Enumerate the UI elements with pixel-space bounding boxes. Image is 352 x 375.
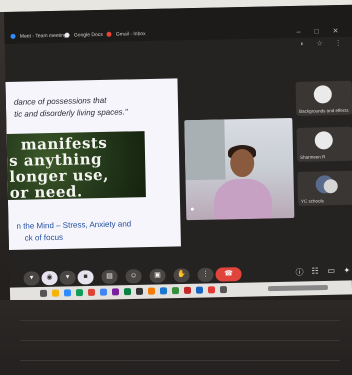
camera-icon[interactable]: ■ [77,270,94,285]
phone-hangup-icon[interactable]: ☎ [215,267,242,282]
shared-presentation-slide: dance of possessions that tic and disord… [5,78,181,250]
app-icon[interactable] [147,287,156,295]
app-icon[interactable] [207,286,216,294]
browser-tab[interactable]: Meet - Team meeting [10,32,67,44]
mic-icon: ● [190,206,195,214]
avatar [323,179,338,194]
file-explorer-icon[interactable] [51,289,60,297]
slide-heading: ck of focus [24,232,64,243]
speaker-head [229,148,255,178]
app-icon[interactable] [111,288,120,296]
keyboard-row [20,320,340,321]
app-icon[interactable] [123,288,132,296]
present-icon[interactable]: ▣ [149,268,166,284]
docs-icon [64,32,70,38]
app-icon[interactable] [75,289,84,297]
participant-tile[interactable]: Backgrounds and effects [295,80,352,116]
more-options-icon[interactable]: ⋮ [197,267,214,283]
app-icon[interactable] [171,287,180,295]
slide-text: dance of possessions that [13,95,107,107]
app-icon[interactable] [159,287,168,295]
speaker-body [213,178,273,220]
app-icon[interactable] [195,286,204,294]
tab-label: Meet - Team meeting [19,32,67,40]
meet-icon [10,33,16,40]
window-controls[interactable]: – □ ✕ [297,27,345,36]
system-tray[interactable] [267,284,329,292]
mic-button[interactable]: ▾ [23,271,40,286]
info-icon[interactable]: ⓘ [295,267,303,278]
browser-actions[interactable]: ◐ ☆ ⋮ [300,39,347,48]
app-icon[interactable] [219,286,228,294]
monitor-screen: Meet - Team meeting Google Docs Gmail - … [4,4,352,292]
app-icon[interactable] [183,286,192,294]
tab-label: Google Docs [73,31,103,39]
speaker-video-tile[interactable]: ● [184,117,295,221]
participant-name: Backgrounds and effects [299,107,349,114]
participant-name: Sharmeen R [300,154,326,160]
keyboard-row [20,360,340,361]
app-icon[interactable] [135,287,144,295]
edge-icon[interactable] [63,289,72,297]
background-wall [184,119,226,181]
browser-tab[interactable]: Gmail - Inbox [106,31,146,42]
desk-keyboard-area [0,300,352,375]
participant-tile[interactable]: YC schools [297,170,352,206]
microphone-icon[interactable]: ◉ [41,270,58,286]
participant-name: YC schools [300,198,324,204]
people-icon[interactable]: ☷ [311,266,318,275]
raise-hand-icon[interactable]: ✋ [173,268,190,283]
captions-icon[interactable]: ▤ [101,269,118,285]
slide-image-text: or need. [9,182,83,202]
camera-options-button[interactable]: ▾ [59,270,76,285]
participant-tile[interactable]: Sharmeen R [296,126,352,162]
emoji-icon[interactable]: ☺ [125,269,142,284]
activities-icon[interactable]: ✦ [343,266,350,275]
slide-quote-image: manifests s anything longer use, or need… [6,131,146,202]
chat-icon[interactable]: ▭ [327,266,335,275]
app-icon[interactable] [99,288,108,296]
gmail-icon [106,31,112,38]
slide-heading: n the Mind – Stress, Anxiety and [16,219,132,231]
tab-label: Gmail - Inbox [115,31,146,38]
browser-tab[interactable]: Google Docs [64,31,103,43]
app-icon[interactable] [87,288,96,296]
avatar [314,131,333,150]
avatar [313,85,332,104]
browser-tab-strip: Meet - Team meeting Google Docs Gmail - … [4,4,352,44]
slide-text: tic and disorderly living spaces." [14,107,128,119]
search-icon[interactable] [39,289,48,297]
keyboard-row [20,340,340,341]
